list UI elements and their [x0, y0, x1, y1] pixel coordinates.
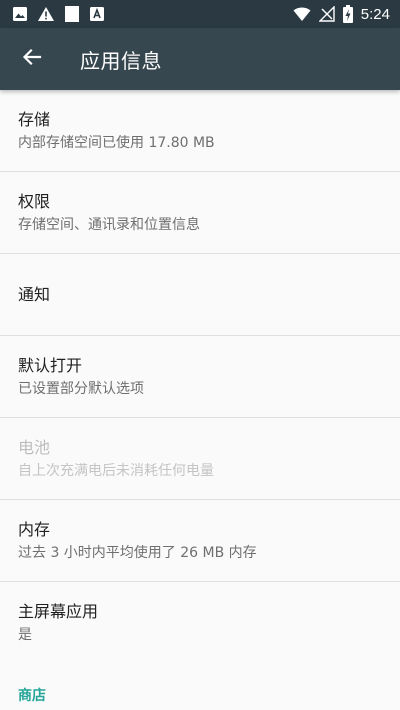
image-icon [12, 6, 28, 22]
home-app-item[interactable]: 主屏幕应用 是 [0, 582, 400, 664]
permissions-item[interactable]: 权限 存储空间、通讯录和位置信息 [0, 172, 400, 254]
back-button[interactable] [0, 28, 64, 90]
notifications-item[interactable]: 通知 [0, 254, 400, 336]
memory-title: 内存 [18, 519, 51, 539]
warning-icon [37, 6, 55, 22]
open-by-default-title: 默认打开 [18, 355, 83, 375]
status-bar-system: 5:24 [293, 5, 390, 23]
storage-item[interactable]: 存储 内部存储空间已使用 17.80 MB [0, 90, 400, 172]
store-category-header: 商店 [18, 688, 46, 704]
memory-summary: 过去 3 小时内平均使用了 26 MB 内存 [18, 544, 257, 561]
home-app-summary: 是 [18, 627, 32, 643]
status-bar: 5:24 [0, 0, 400, 28]
store-icon [89, 6, 105, 22]
battery-title: 电池 [18, 437, 51, 457]
storage-summary: 内部存储空间已使用 17.80 MB [18, 134, 215, 151]
blank-notification-icon [64, 5, 80, 23]
page-title: 应用信息 [80, 48, 162, 73]
settings-list: 存储 内部存储空间已使用 17.80 MB 权限 存储空间、通讯录和位置信息 通… [0, 90, 400, 710]
signal-off-icon [318, 6, 335, 22]
battery-charging-icon [342, 5, 353, 23]
memory-item[interactable]: 内存 过去 3 小时内平均使用了 26 MB 内存 [0, 500, 400, 582]
battery-summary: 自上次充满电后未消耗任何电量 [18, 462, 214, 479]
status-bar-time: 5:24 [360, 5, 390, 23]
status-bar-notifications [12, 5, 105, 23]
open-by-default-item[interactable]: 默认打开 已设置部分默认选项 [0, 336, 400, 418]
home-app-title: 主屏幕应用 [18, 602, 99, 621]
arrow-back-icon [22, 47, 42, 71]
storage-title: 存储 [18, 109, 51, 129]
notifications-title: 通知 [18, 284, 51, 304]
battery-item: 电池 自上次充满电后未消耗任何电量 [0, 418, 400, 500]
app-toolbar: 应用信息 [0, 28, 400, 90]
open-by-default-summary: 已设置部分默认选项 [18, 380, 144, 397]
permissions-title: 权限 [18, 191, 51, 211]
wifi-icon [293, 7, 311, 22]
permissions-summary: 存储空间、通讯录和位置信息 [18, 216, 200, 233]
